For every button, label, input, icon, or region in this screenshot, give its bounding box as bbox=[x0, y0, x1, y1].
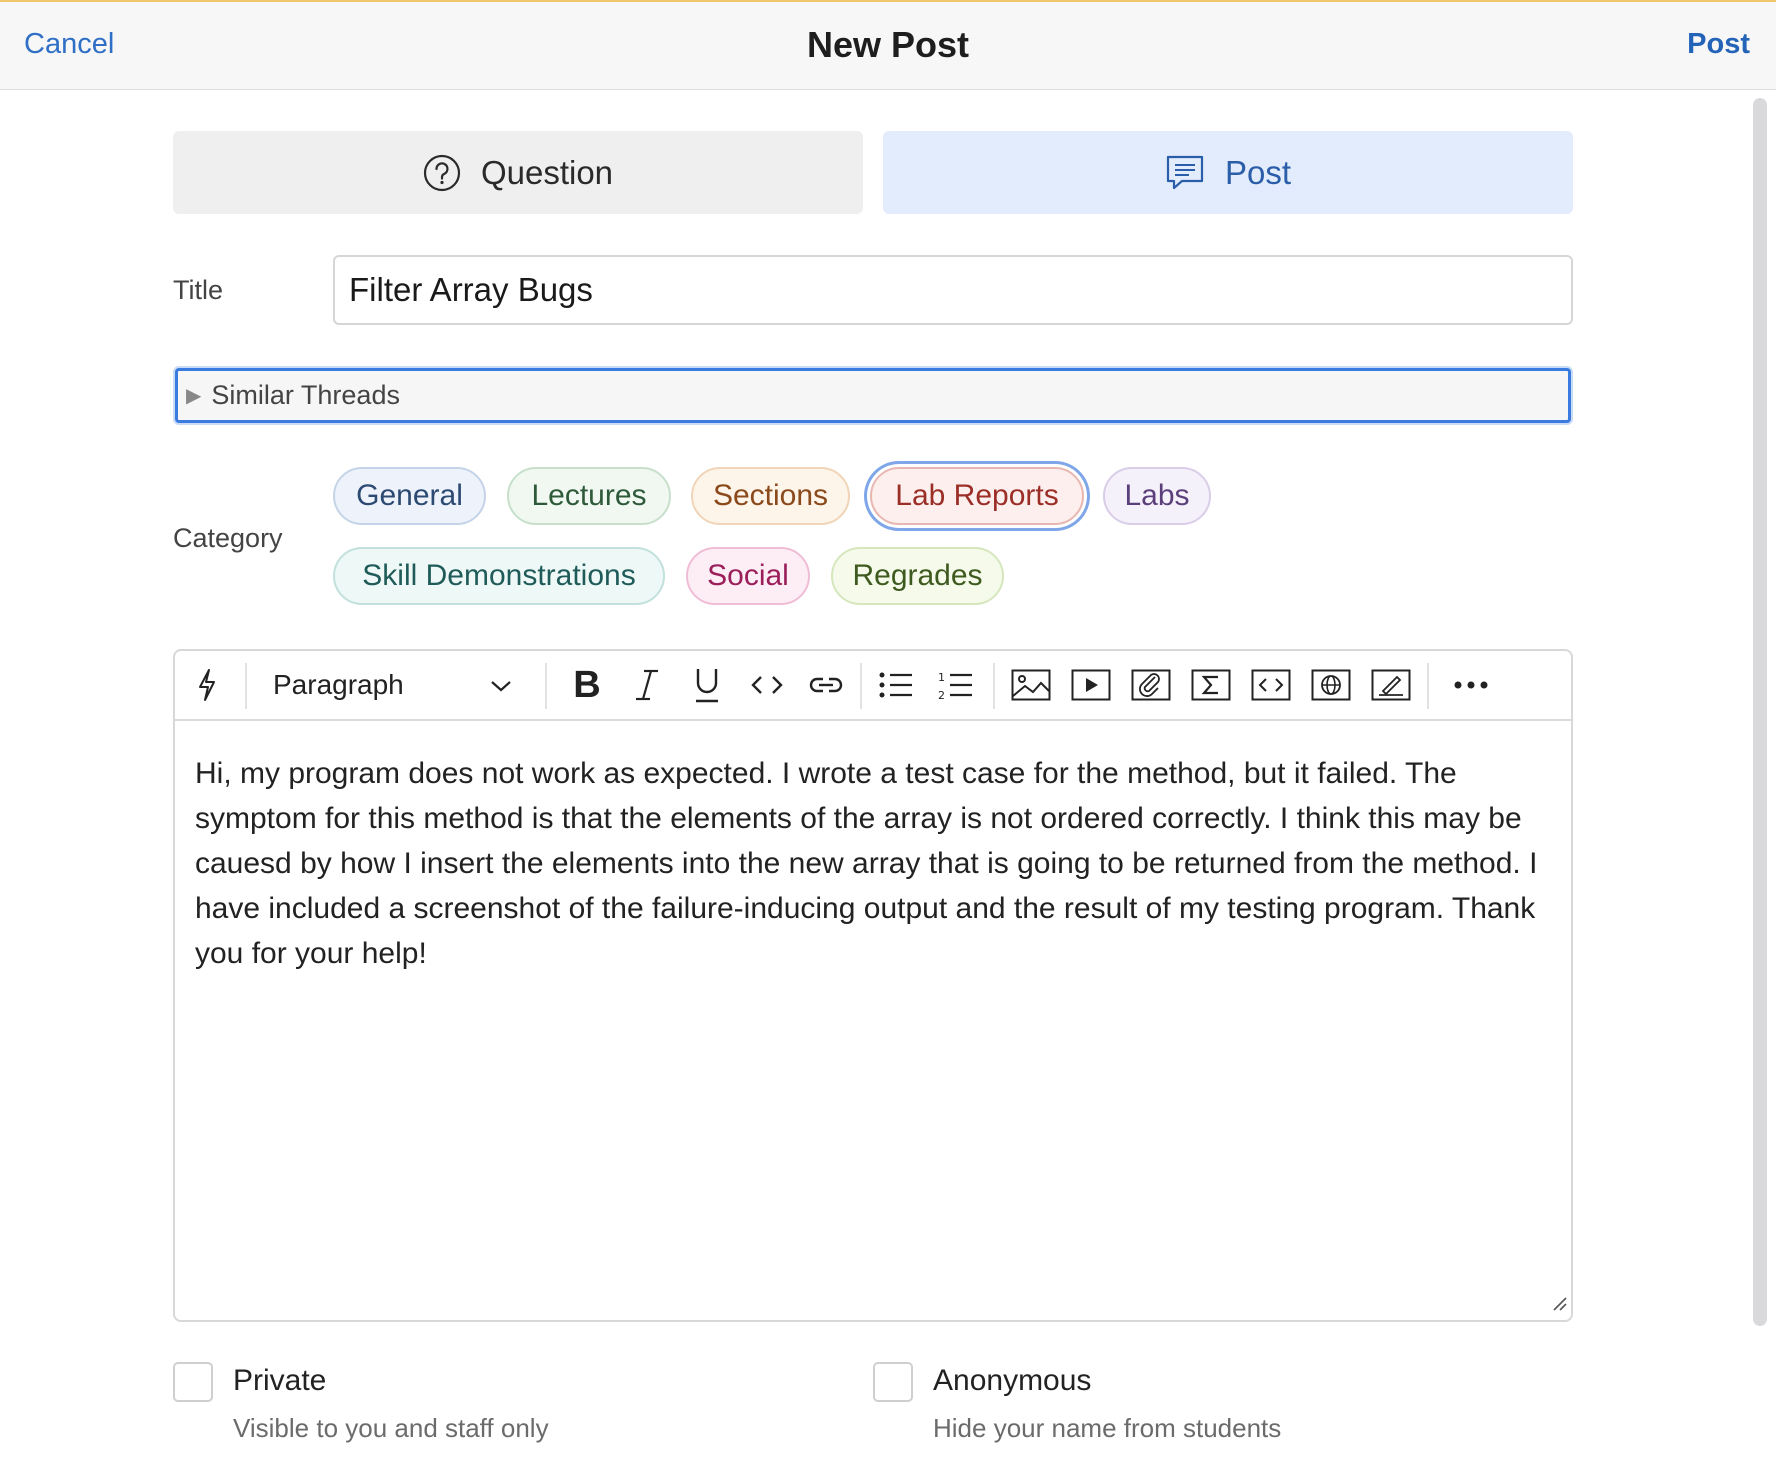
private-label: Private bbox=[233, 1364, 327, 1397]
category-chip-social[interactable]: Social bbox=[686, 547, 810, 605]
toolbar-separator bbox=[545, 663, 547, 709]
disclosure-triangle-icon: ▶ bbox=[186, 385, 202, 407]
block-format-value: Paragraph bbox=[273, 669, 404, 700]
bullet-list-icon[interactable] bbox=[872, 661, 920, 709]
page-title: New Post bbox=[806, 24, 970, 65]
private-description: Visible to you and staff only bbox=[233, 1413, 549, 1443]
svg-text:2: 2 bbox=[938, 689, 945, 700]
editor-toolbar: Paragraph B 12 bbox=[175, 651, 1571, 721]
more-icon[interactable] bbox=[1443, 661, 1499, 709]
chat-bubble-icon bbox=[1165, 154, 1205, 192]
similar-threads-toggle[interactable]: ▶ Similar Threads bbox=[175, 368, 1571, 423]
svg-text:1: 1 bbox=[938, 671, 945, 684]
web-embed-icon[interactable] bbox=[1307, 661, 1355, 709]
anonymous-label: Anonymous bbox=[933, 1364, 1092, 1397]
toolbar-separator bbox=[860, 663, 862, 709]
category-chip-skill-demonstrations[interactable]: Skill Demonstrations bbox=[333, 547, 665, 605]
category-chip-lectures[interactable]: Lectures bbox=[507, 467, 671, 525]
image-icon[interactable] bbox=[1007, 661, 1055, 709]
inline-code-icon[interactable] bbox=[743, 661, 791, 709]
question-circle-icon bbox=[423, 154, 461, 192]
toolbar-separator bbox=[993, 663, 995, 709]
math-icon[interactable] bbox=[1187, 661, 1235, 709]
private-checkbox[interactable] bbox=[173, 1362, 213, 1402]
lightning-icon[interactable] bbox=[187, 661, 227, 709]
resize-handle-icon[interactable] bbox=[1551, 1295, 1567, 1316]
attachment-icon[interactable] bbox=[1127, 661, 1175, 709]
italic-icon[interactable] bbox=[623, 661, 671, 709]
anonymous-checkbox[interactable] bbox=[873, 1362, 913, 1402]
underline-icon[interactable] bbox=[683, 661, 731, 709]
toolbar-separator bbox=[245, 663, 247, 709]
rich-text-editor: Paragraph B 12 Hi, my program does not w… bbox=[173, 649, 1573, 1322]
code-block-icon[interactable] bbox=[1247, 661, 1295, 709]
link-icon[interactable] bbox=[801, 661, 851, 709]
category-chip-sections[interactable]: Sections bbox=[691, 467, 850, 525]
post-type-button[interactable]: Post bbox=[883, 131, 1573, 214]
category-chip-lab-reports[interactable]: Lab Reports bbox=[870, 467, 1084, 525]
video-icon[interactable] bbox=[1067, 661, 1115, 709]
numbered-list-icon[interactable]: 12 bbox=[932, 661, 980, 709]
anonymous-description: Hide your name from students bbox=[933, 1413, 1282, 1443]
editor-body-text[interactable]: Hi, my program does not work as expected… bbox=[195, 751, 1555, 976]
category-chip-regrades[interactable]: Regrades bbox=[831, 547, 1004, 605]
similar-threads-label: Similar Threads bbox=[211, 380, 400, 410]
category-label: Category bbox=[173, 523, 283, 553]
title-label: Title bbox=[173, 275, 224, 305]
header-bar: Cancel New Post Post bbox=[0, 2, 1776, 90]
category-chip-labs[interactable]: Labs bbox=[1103, 467, 1211, 525]
scrollbar-thumb[interactable] bbox=[1753, 98, 1767, 1326]
post-type-label: Post bbox=[1224, 153, 1292, 191]
chevron-down-icon bbox=[489, 669, 513, 701]
question-type-label: Question bbox=[480, 153, 614, 191]
bold-icon[interactable]: B bbox=[563, 661, 611, 709]
title-input[interactable]: Filter Array Bugs bbox=[333, 255, 1573, 325]
category-chip-general[interactable]: General bbox=[333, 467, 486, 525]
block-format-dropdown[interactable]: Paragraph bbox=[273, 661, 513, 709]
drawing-icon[interactable] bbox=[1367, 661, 1415, 709]
question-type-button[interactable]: Question bbox=[173, 131, 863, 214]
toolbar-separator bbox=[1427, 663, 1429, 709]
submit-post-button[interactable]: Post bbox=[1687, 28, 1750, 61]
